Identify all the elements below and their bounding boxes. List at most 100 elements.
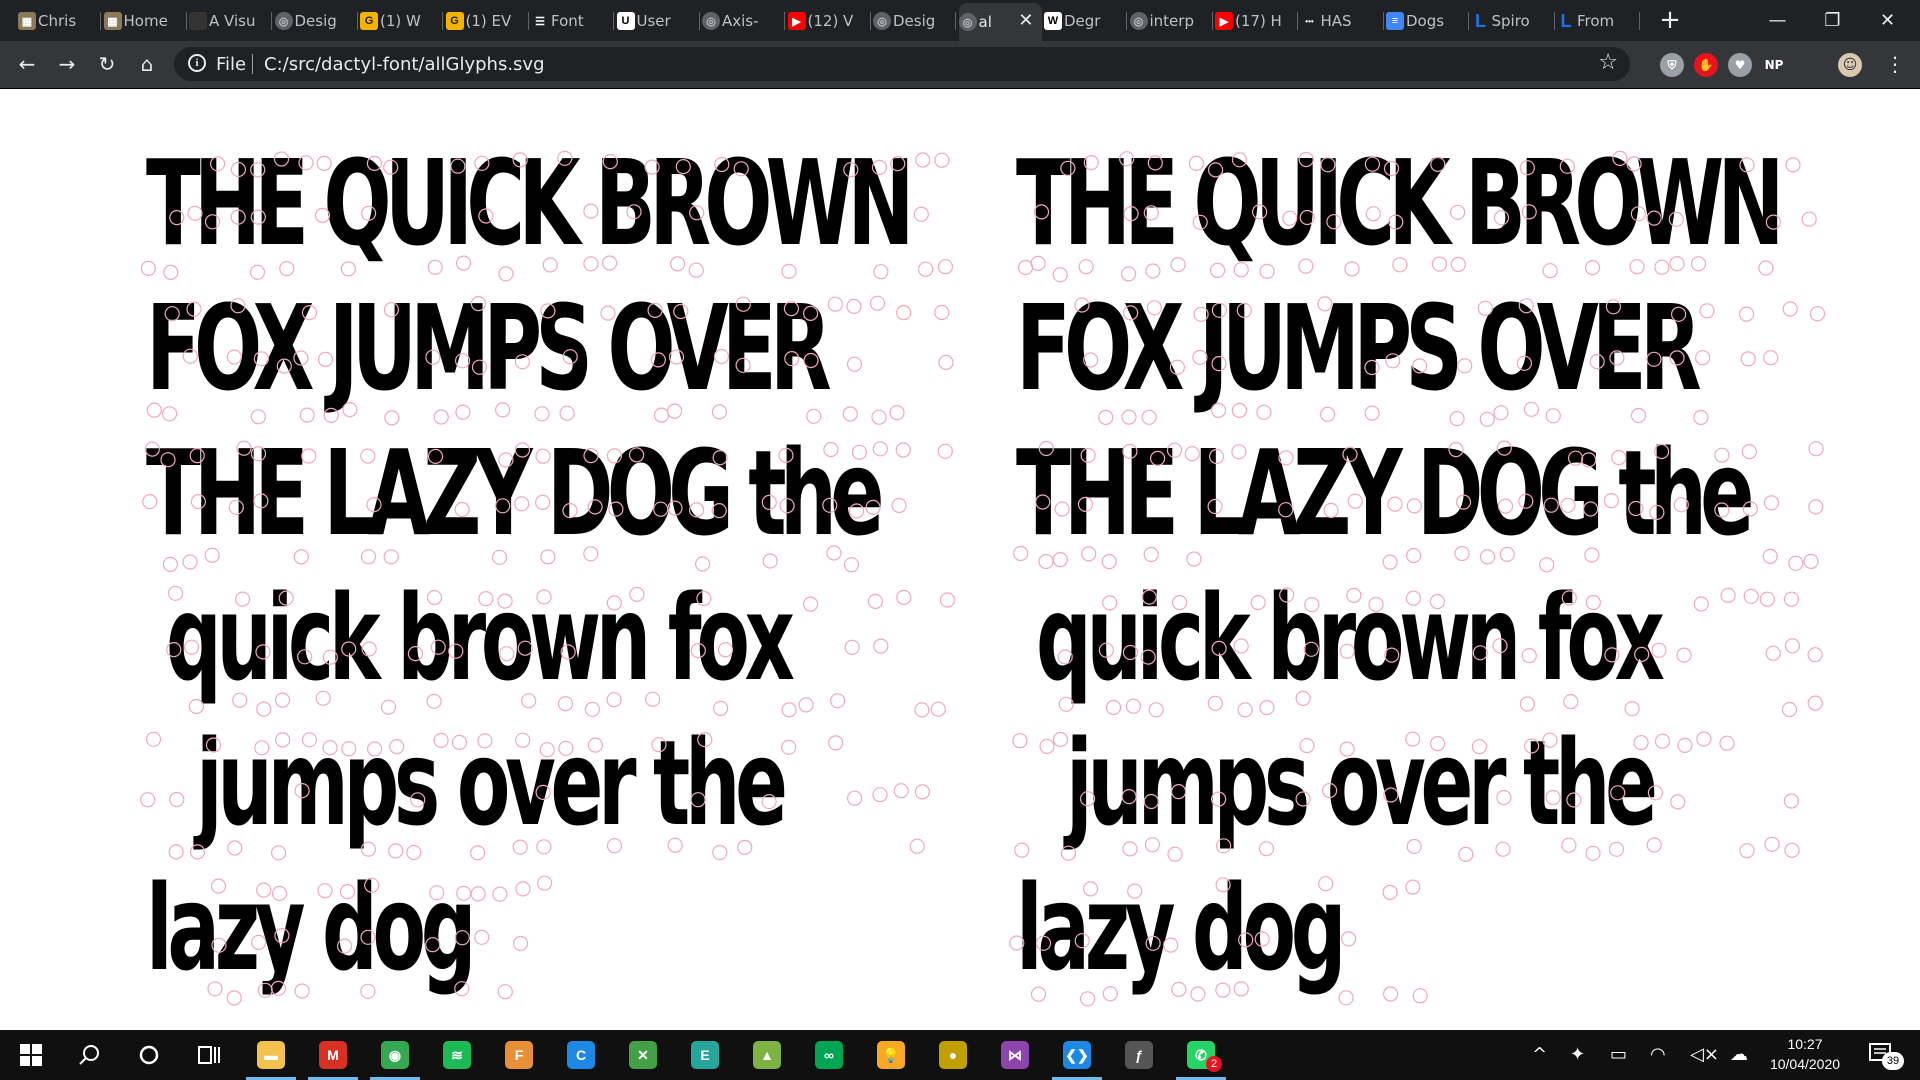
docs-icon: ≡ [1386, 12, 1404, 30]
url-separator [252, 54, 253, 74]
taskbar-app[interactable]: ∞ [798, 1030, 860, 1080]
taskbar-app[interactable]: ✆ 2 [1170, 1030, 1232, 1080]
tab-label: Chris [38, 12, 77, 30]
np-extension-icon[interactable]: NP [1762, 53, 1786, 77]
browser-tab[interactable]: U User [616, 6, 700, 36]
browser-tab[interactable]: ≡ Dogs [1386, 6, 1469, 36]
browser-tab[interactable]: ◎ al ✕ [958, 3, 1042, 41]
browser-tab[interactable]: ◎ interp [1129, 6, 1213, 36]
bookmark-star-icon[interactable]: ☆ [1598, 50, 1618, 75]
tab-separator [527, 12, 529, 30]
dots-icon: ••• [1305, 16, 1314, 26]
dropbox-icon[interactable]: ✦ [1570, 1044, 1585, 1065]
taskbar-app[interactable]: ● [922, 1030, 984, 1080]
l-logo-icon: L [1560, 10, 1572, 31]
glyph-column-right: THE QUICK BROWN FOX JUMPS OVER THE LAZY … [1000, 89, 1840, 1030]
l-logo-icon: L [1475, 10, 1486, 31]
g-logo-icon: G [360, 12, 378, 30]
vscode-icon: ❮❯ [1063, 1041, 1091, 1069]
url-text[interactable]: C:/src/dactyl-font/allGlyphs.svg [264, 54, 545, 75]
taskbar-app[interactable]: 💡 [860, 1030, 922, 1080]
tab-label: Desig [294, 12, 337, 30]
info-icon[interactable]: i [188, 54, 206, 72]
volume-muted-icon[interactable]: ◁× [1690, 1044, 1719, 1065]
tab-separator [1639, 12, 1640, 30]
cortana-button[interactable] [118, 1030, 180, 1080]
minimize-button[interactable]: — [1750, 0, 1805, 41]
taskbar-app[interactable]: ▬ [240, 1030, 302, 1080]
browser-tab[interactable]: ▶ (12) V [787, 6, 871, 36]
sliders-icon: ☰ [535, 15, 545, 28]
menu-button[interactable]: ⋮ [1880, 49, 1910, 79]
taskbar-app[interactable]: E [674, 1030, 736, 1080]
file-explorer-icon: ▬ [257, 1041, 285, 1069]
heart-extension-icon[interactable]: ♥ [1728, 53, 1752, 77]
browser-tab[interactable]: ☰ Font [531, 6, 614, 36]
browser-tab[interactable]: ••• HAS [1301, 6, 1384, 36]
forward-button[interactable]: → [52, 49, 82, 79]
taskbar-app[interactable]: ƒ [1108, 1030, 1170, 1080]
task-view-button[interactable] [178, 1030, 240, 1080]
home-button[interactable]: ⌂ [132, 49, 162, 79]
taskbar-app[interactable]: ▲ [736, 1030, 798, 1080]
browser-tab[interactable]: ◎ Desig [873, 6, 956, 36]
c-app-icon: C [567, 1041, 595, 1069]
browser-tab[interactable]: ◎ Axis- [702, 6, 785, 36]
tab-label: Home [123, 12, 168, 30]
wifi-icon[interactable]: ◠ [1650, 1044, 1666, 1065]
taskbar-app[interactable]: ✕ [612, 1030, 674, 1080]
youtube-icon: ▶ [1215, 12, 1233, 30]
action-center-button[interactable]: 39 [1868, 1040, 1908, 1070]
spotify-icon: ≋ [443, 1041, 471, 1069]
taskbar-app[interactable]: M [302, 1030, 364, 1080]
search-button[interactable] [58, 1030, 120, 1080]
back-button[interactable]: ← [12, 49, 42, 79]
onedrive-icon[interactable]: ☁ [1730, 1044, 1748, 1065]
hand-extension-icon[interactable]: ✋ [1694, 53, 1718, 77]
taskbar-app[interactable]: ⋈ [984, 1030, 1046, 1080]
terminal-icon: E [691, 1041, 719, 1069]
infinity-app-icon: ∞ [815, 1041, 843, 1069]
tab-separator [1297, 12, 1298, 30]
address-bar[interactable]: i File C:/src/dactyl-font/allGlyphs.svg … [174, 47, 1630, 81]
ball-app-icon: ● [939, 1041, 967, 1069]
clock[interactable]: 10:27 10/04/2020 [1760, 1034, 1850, 1074]
browser-tab[interactable]: L From [1557, 6, 1640, 36]
browser-tab[interactable]: G (1) W [360, 6, 443, 36]
browser-tab[interactable]: ▦ Home [103, 6, 187, 36]
browser-tab[interactable]: ▶ (17) H [1215, 6, 1298, 36]
tab-separator [784, 12, 785, 30]
browser-tab[interactable]: L Spiro [1472, 6, 1555, 36]
reload-button[interactable]: ↻ [92, 49, 122, 79]
taskbar-app[interactable]: C [550, 1030, 612, 1080]
battery-icon[interactable]: ▭ [1610, 1044, 1627, 1065]
tab-close-icon[interactable]: ✕ [1018, 10, 1033, 31]
globe-icon: ◎ [873, 12, 891, 30]
new-tab-button[interactable]: + [1656, 5, 1684, 35]
taskbar-app[interactable]: ≋ [426, 1030, 488, 1080]
tray-overflow-chevron-icon[interactable]: ^ [1532, 1044, 1547, 1065]
windows-taskbar: ^ ✦ ▭ ◠ ◁× ☁ 10:27 10/04/2020 39 ▬ M ◉ ≋ F C ✕… [0, 1030, 1920, 1080]
youtube-icon: ▶ [787, 12, 806, 30]
browser-tab[interactable]: W Degr [1044, 6, 1127, 36]
globe-icon: ◎ [1129, 12, 1148, 30]
close-window-button[interactable]: ✕ [1860, 0, 1915, 41]
tab-label: Degr [1064, 12, 1101, 30]
browser-tab[interactable]: ◎ Desig [274, 6, 358, 36]
cortana-ring-icon [139, 1045, 159, 1065]
shield-extension-icon[interactable]: ⛨ [1660, 53, 1684, 77]
browser-tab[interactable]: G (1) EV [445, 6, 529, 36]
browser-tab[interactable]: ▦ Chris [18, 6, 101, 36]
wikipedia-icon: W [1044, 12, 1062, 30]
taskbar-app[interactable]: ◉ [364, 1030, 426, 1080]
restore-button[interactable]: ❐ [1805, 0, 1860, 41]
x-app-icon: ✕ [629, 1041, 657, 1069]
tab-label: Dogs [1406, 12, 1445, 30]
tab-separator [1553, 12, 1555, 30]
taskbar-app[interactable]: ❮❯ [1046, 1030, 1108, 1080]
browser-tab[interactable]: A Visu [189, 6, 272, 36]
start-button[interactable] [0, 1030, 62, 1080]
globe-icon: ◎ [274, 12, 293, 30]
profile-avatar[interactable]: ☺ [1838, 53, 1862, 77]
taskbar-app[interactable]: F [488, 1030, 550, 1080]
